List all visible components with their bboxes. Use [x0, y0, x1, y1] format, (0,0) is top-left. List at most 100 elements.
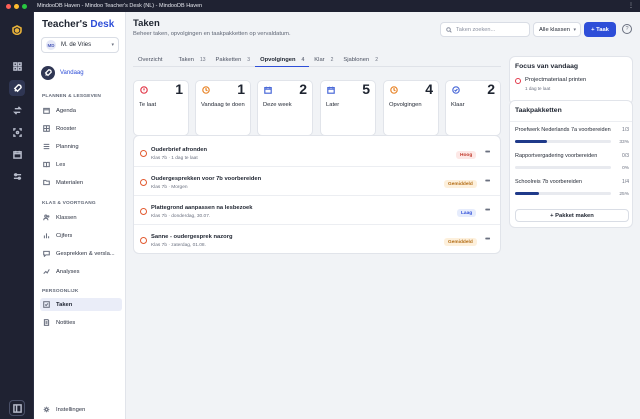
stat-card-te-laat[interactable]: 1 Te laat	[133, 80, 189, 136]
stat-card-klaar[interactable]: 2 Klaar	[445, 80, 501, 136]
tab-sjablonen[interactable]: Sjablonen 2	[338, 52, 383, 67]
stat-value: 1	[237, 81, 245, 97]
priority-badge: Laag	[457, 209, 477, 217]
book-icon	[43, 161, 50, 168]
tab-opvolgingen[interactable]: Opvolgingen 4	[255, 52, 310, 67]
list-item[interactable]: Sanne - oudergesprek nazorg Klas 7b · za…	[134, 225, 500, 254]
page-title: Taken	[133, 18, 160, 29]
user-name: M. de Vries	[61, 42, 92, 48]
rocket-icon[interactable]	[9, 80, 25, 96]
clock-icon	[140, 237, 147, 244]
task-title: Ouderbrief afronden	[151, 147, 208, 153]
stat-label: Deze week	[263, 102, 292, 108]
focus-item-title[interactable]: Projectmateriaal printen	[525, 77, 586, 83]
stat-card-deze-week[interactable]: 2 Deze week	[257, 80, 313, 136]
user-switcher[interactable]: MD M. de Vries ▾	[41, 37, 119, 53]
sidebar-item-label: Les	[56, 161, 66, 168]
window-titlebar: MindooDB Haven - Mindoo Teacher's Desk (…	[0, 0, 640, 12]
window-title: MindooDB Haven - Mindoo Teacher's Desk (…	[37, 3, 203, 9]
sidebar-item-label: Notities	[56, 319, 76, 326]
sidebar-item-gesprekken[interactable]: Gesprekken & versla...	[40, 247, 122, 260]
stats-row: 1 Te laat 1 Vandaag te doen 2 Deze week …	[133, 80, 501, 136]
search-placeholder: Taken zoeken...	[456, 26, 496, 33]
calendar-icon	[326, 85, 336, 95]
search-input[interactable]: Taken zoeken...	[440, 22, 530, 37]
nav-vandaag[interactable]: Vandaag	[41, 66, 84, 80]
create-package-button[interactable]: + Pakket maken	[515, 209, 629, 222]
sidebar-item-notities[interactable]: Notities	[40, 316, 122, 329]
sidebar-item-label: Rooster	[56, 125, 77, 132]
package-count: 1/3	[622, 127, 629, 133]
nav-vandaag-label: Vandaag	[60, 70, 84, 76]
tab-taken[interactable]: Taken 13	[173, 52, 210, 67]
app-logo-text: Teacher's Desk	[42, 19, 115, 30]
rocket-icon	[41, 66, 55, 80]
note-icon	[43, 319, 50, 326]
stat-value: 5	[362, 81, 370, 97]
close-window-button[interactable]	[6, 3, 11, 9]
focus-title: Focus van vandaag	[515, 63, 579, 70]
more-icon[interactable]: •••	[485, 236, 490, 243]
task-meta: Klas 7b · Morgen	[151, 185, 188, 190]
more-icon[interactable]: •••	[485, 149, 490, 156]
sidebar-item-label: Planning	[56, 143, 79, 150]
focus-icon[interactable]	[9, 124, 25, 140]
tab-overzicht[interactable]: Overzicht	[133, 52, 173, 67]
list-item[interactable]: Plattegrond aanpassen na lesbezoek Klas …	[134, 196, 500, 225]
stat-card-opvolgingen[interactable]: 4 Opvolgingen	[383, 80, 439, 136]
checkbox-icon	[43, 301, 50, 308]
tab-klar[interactable]: Klar 2	[309, 52, 338, 67]
sidebar-item-label: Cijfers	[56, 232, 73, 239]
sidebar-item-planning[interactable]: Planning	[40, 140, 122, 153]
sidebar-item-agenda[interactable]: Agenda	[40, 104, 122, 117]
sidebar-item-klassen[interactable]: Klassen	[40, 211, 122, 224]
stat-label: Klaar	[451, 102, 465, 108]
add-task-button[interactable]: + Taak	[584, 22, 616, 37]
task-meta: Klas 7b · 1 dag te laat	[151, 156, 198, 161]
maximize-window-button[interactable]	[22, 3, 27, 9]
clock-icon	[389, 85, 399, 95]
stat-value: 4	[425, 81, 433, 97]
sliders-icon[interactable]	[9, 168, 25, 184]
sidebar-toggle-icon[interactable]	[9, 400, 25, 416]
sidebar-item-label: Gesprekken & versla...	[56, 250, 115, 257]
calendar-icon	[43, 107, 50, 114]
sidebar-item-instellingen[interactable]: Instellingen	[40, 403, 122, 416]
package-item[interactable]: Schoolreis 7b voorbereiden 1/4 25%	[515, 179, 629, 209]
packages-panel: Taakpakketten Proefwerk Nederlands 7a vo…	[509, 100, 633, 228]
sidebar-item-analyses[interactable]: Analyses	[40, 265, 122, 278]
check-circle-icon	[451, 85, 461, 95]
stat-label: Later	[326, 102, 340, 108]
help-icon[interactable]: ?	[622, 24, 632, 34]
more-icon[interactable]: •••	[485, 207, 490, 214]
sidebar-item-materialen[interactable]: Materialen	[40, 176, 122, 189]
tab-pakketten[interactable]: Pakketten 3	[211, 52, 256, 67]
folder-icon	[43, 179, 50, 186]
sidebar-item-cijfers[interactable]: Cijfers	[40, 229, 122, 242]
logo-icon[interactable]	[9, 22, 25, 38]
stat-value: 2	[299, 81, 307, 97]
sidebar-item-les[interactable]: Les	[40, 158, 122, 171]
grid-icon[interactable]	[9, 58, 25, 74]
stat-card-later[interactable]: 5 Later	[320, 80, 376, 136]
stat-card-vandaag[interactable]: 1 Vandaag te doen	[195, 80, 251, 136]
calendar-icon[interactable]	[9, 146, 25, 162]
class-filter-select[interactable]: Alle klassen ▾	[533, 22, 581, 37]
chevron-down-icon: ▾	[573, 27, 576, 33]
bar-chart-icon	[43, 233, 50, 239]
package-name: Schoolreis 7b voorbereiden	[515, 179, 582, 185]
list-item[interactable]: Oudergesprekken voor 7b voorbereiden Kla…	[134, 167, 500, 196]
sidebar: Teacher's Desk MD M. de Vries ▾ Vandaag …	[34, 12, 126, 419]
gear-icon	[43, 406, 50, 413]
sidebar-item-taken[interactable]: Taken	[40, 298, 122, 311]
arrows-icon[interactable]	[9, 102, 25, 118]
stat-value: 2	[487, 81, 495, 97]
more-icon[interactable]: •••	[485, 178, 490, 185]
list-item[interactable]: Ouderbrief afronden Klas 7b · 1 dag te l…	[134, 138, 500, 167]
window-menu-icon[interactable]: ⋮	[628, 2, 634, 9]
package-percent: 25%	[619, 192, 629, 197]
minimize-window-button[interactable]	[14, 3, 19, 9]
progress-track	[515, 166, 611, 169]
sidebar-item-rooster[interactable]: Rooster	[40, 122, 122, 135]
calendar-icon	[263, 85, 273, 95]
